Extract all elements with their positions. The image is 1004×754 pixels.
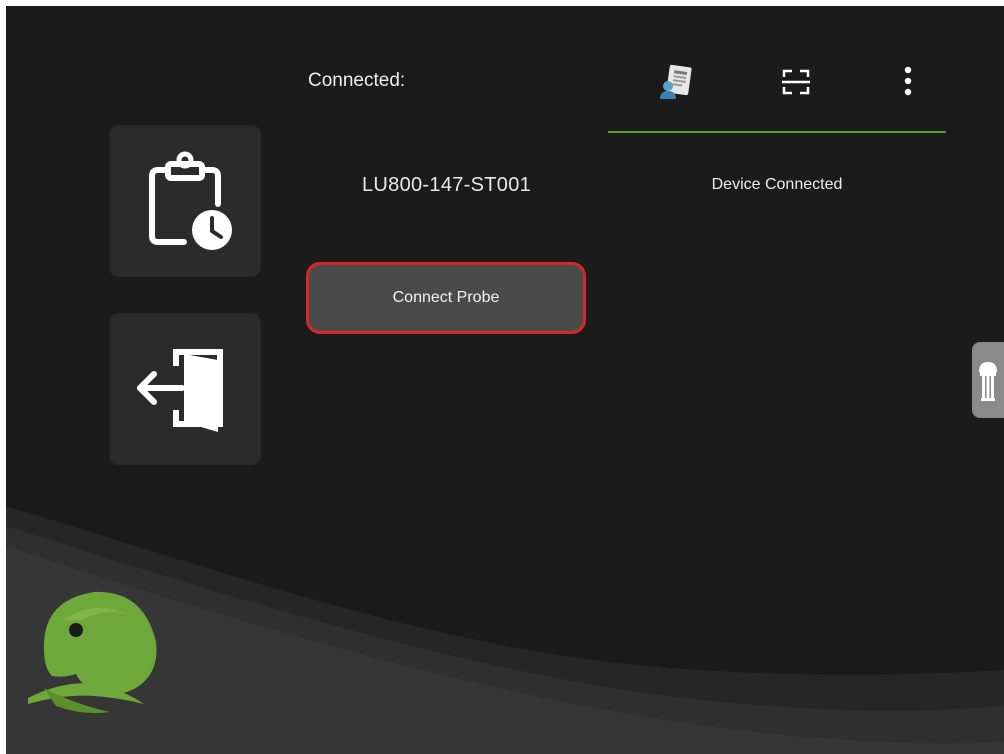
app-logo	[24, 580, 164, 720]
chameleon-logo-icon	[28, 591, 157, 714]
more-vertical-icon	[904, 66, 912, 96]
scan-button[interactable]	[780, 66, 812, 98]
exit-button[interactable]	[110, 314, 260, 464]
profile-card-icon	[660, 64, 692, 99]
clipboard-clock-icon	[149, 151, 232, 250]
history-button[interactable]	[110, 126, 260, 276]
more-options-button[interactable]	[898, 64, 918, 100]
profile-button[interactable]	[658, 64, 694, 100]
connected-label: Connected:	[308, 70, 406, 91]
probe-icon	[979, 362, 997, 401]
scan-frame-icon	[782, 69, 810, 95]
app-screen: Connected: LU800-147-ST001 Connect Probe…	[6, 6, 1004, 754]
connect-probe-label: Connect Probe	[392, 289, 500, 306]
device-id: LU800-147-ST001	[362, 174, 532, 196]
exit-door-icon	[137, 349, 223, 432]
probe-side-tab[interactable]	[972, 342, 1004, 418]
device-status: Device Connected	[711, 176, 843, 193]
tab-indicator	[608, 131, 946, 133]
connect-probe-button[interactable]: Connect Probe	[306, 262, 586, 334]
